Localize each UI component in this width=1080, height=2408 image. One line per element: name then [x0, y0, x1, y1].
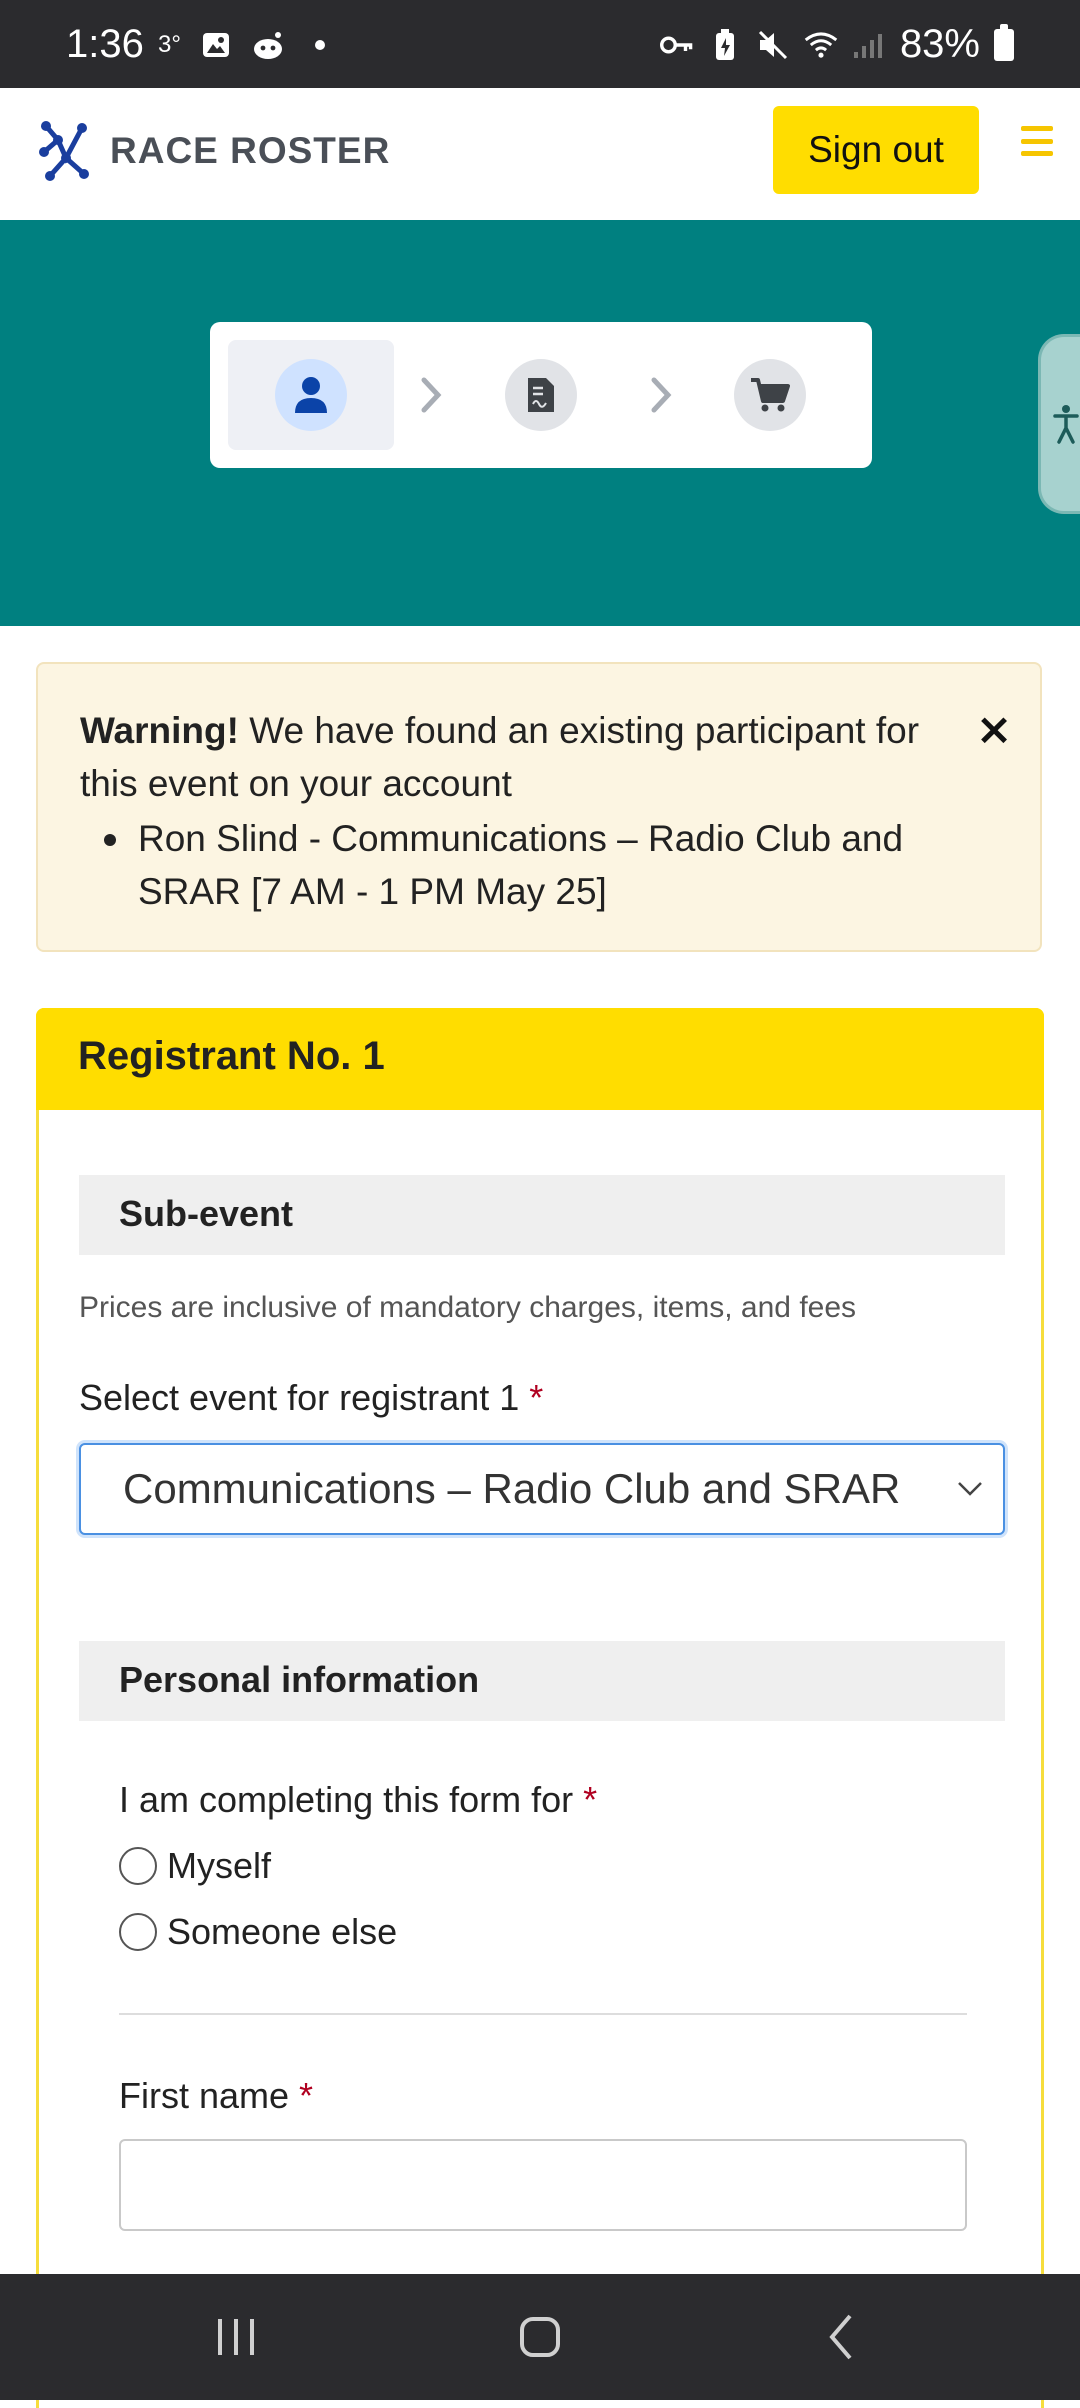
- registrant-card: Registrant No. 1 Sub-event Prices are in…: [36, 1008, 1044, 2408]
- step-waiver[interactable]: [505, 359, 577, 431]
- wifi-icon: [804, 28, 838, 62]
- cart-icon: [751, 378, 790, 412]
- prices-note: Prices are inclusive of mandatory charge…: [79, 1291, 857, 1324]
- temperature-indicator: 3°: [158, 31, 181, 58]
- sign-out-button[interactable]: Sign out: [773, 106, 979, 194]
- menu-icon[interactable]: [1021, 126, 1053, 156]
- document-signature-icon: [528, 378, 554, 412]
- radio-button[interactable]: [119, 1913, 157, 1951]
- cell-signal-icon: [852, 28, 886, 62]
- required-marker: *: [529, 1377, 544, 1418]
- progress-banner: [0, 220, 1080, 626]
- radio-someone-else[interactable]: Someone else: [119, 1911, 397, 1953]
- warning-title: Warning!: [80, 710, 239, 751]
- logo-text: RACE ROSTER: [110, 130, 391, 171]
- radio-label: Myself: [167, 1845, 272, 1886]
- radio-button[interactable]: [119, 1847, 157, 1885]
- chevron-down-icon: [958, 1482, 982, 1496]
- first-name-input[interactable]: [119, 2139, 967, 2231]
- battery-saver-icon: [708, 28, 742, 62]
- home-icon: [520, 2317, 560, 2357]
- mute-icon: [756, 28, 790, 62]
- accessibility-icon: [1053, 405, 1079, 444]
- chevron-right-icon: [421, 377, 442, 413]
- chevron-right-icon: [651, 377, 672, 413]
- step-participant[interactable]: [275, 359, 347, 431]
- selected-event-value: Communications – Radio Club and SRAR [7 …: [123, 1465, 913, 1512]
- section-heading: Personal information: [119, 1659, 480, 1700]
- recent-apps-icon: [218, 2319, 254, 2355]
- accessibility-button[interactable]: [1038, 334, 1080, 514]
- user-icon: [295, 377, 327, 413]
- gallery-icon: [199, 28, 233, 62]
- home-button[interactable]: [504, 2304, 576, 2370]
- system-navigation-bar: [0, 2274, 1080, 2400]
- radio-label: Someone else: [167, 1911, 398, 1952]
- reddit-icon: [251, 28, 285, 62]
- step-cart[interactable]: [734, 359, 806, 431]
- select-event-label: Select event for registrant 1 *: [79, 1377, 544, 1418]
- status-time: 1:36: [66, 22, 144, 66]
- close-warning-button[interactable]: ×: [972, 708, 1016, 752]
- registrant-header: Registrant No. 1: [36, 1008, 1044, 1110]
- race-roster-logo-icon: [39, 121, 89, 181]
- sub-event-select[interactable]: Communications – Radio Club and SRAR [7 …: [79, 1443, 1005, 1535]
- notification-dot-icon: [303, 28, 337, 62]
- battery-icon: [994, 23, 1014, 61]
- existing-participant-warning: Warning! We have found an existing parti…: [36, 662, 1042, 952]
- status-bar: 1:36 3° 83%: [0, 0, 1080, 88]
- completing-for-label: I am completing this form for *: [119, 1779, 598, 1820]
- recent-apps-button[interactable]: [200, 2304, 272, 2370]
- site-header: RACE ROSTER Sign out: [0, 88, 1080, 220]
- key-icon: [659, 28, 694, 62]
- sub-event-section-header: Sub-event: [79, 1175, 1005, 1255]
- personal-info-section-header: Personal information: [79, 1641, 1005, 1721]
- radio-myself[interactable]: Myself: [119, 1845, 271, 1887]
- race-roster-logo[interactable]: RACE ROSTER: [36, 118, 390, 184]
- list-item: Ron Slind - Communications – Radio Club …: [104, 812, 1008, 918]
- divider: [119, 2013, 967, 2015]
- registrant-title: Registrant No. 1: [78, 1034, 385, 1078]
- back-icon: [829, 2314, 852, 2360]
- back-button[interactable]: [806, 2304, 878, 2370]
- warning-message: Warning! We have found an existing parti…: [80, 704, 960, 810]
- required-marker: *: [299, 2075, 314, 2116]
- registration-stepper: [210, 322, 872, 468]
- first-name-label: First name *: [119, 2075, 314, 2116]
- existing-participants-list: Ron Slind - Communications – Radio Club …: [104, 812, 1008, 918]
- battery-percentage: 83%: [899, 22, 980, 66]
- required-marker: *: [583, 1779, 598, 1820]
- section-heading: Sub-event: [119, 1193, 294, 1234]
